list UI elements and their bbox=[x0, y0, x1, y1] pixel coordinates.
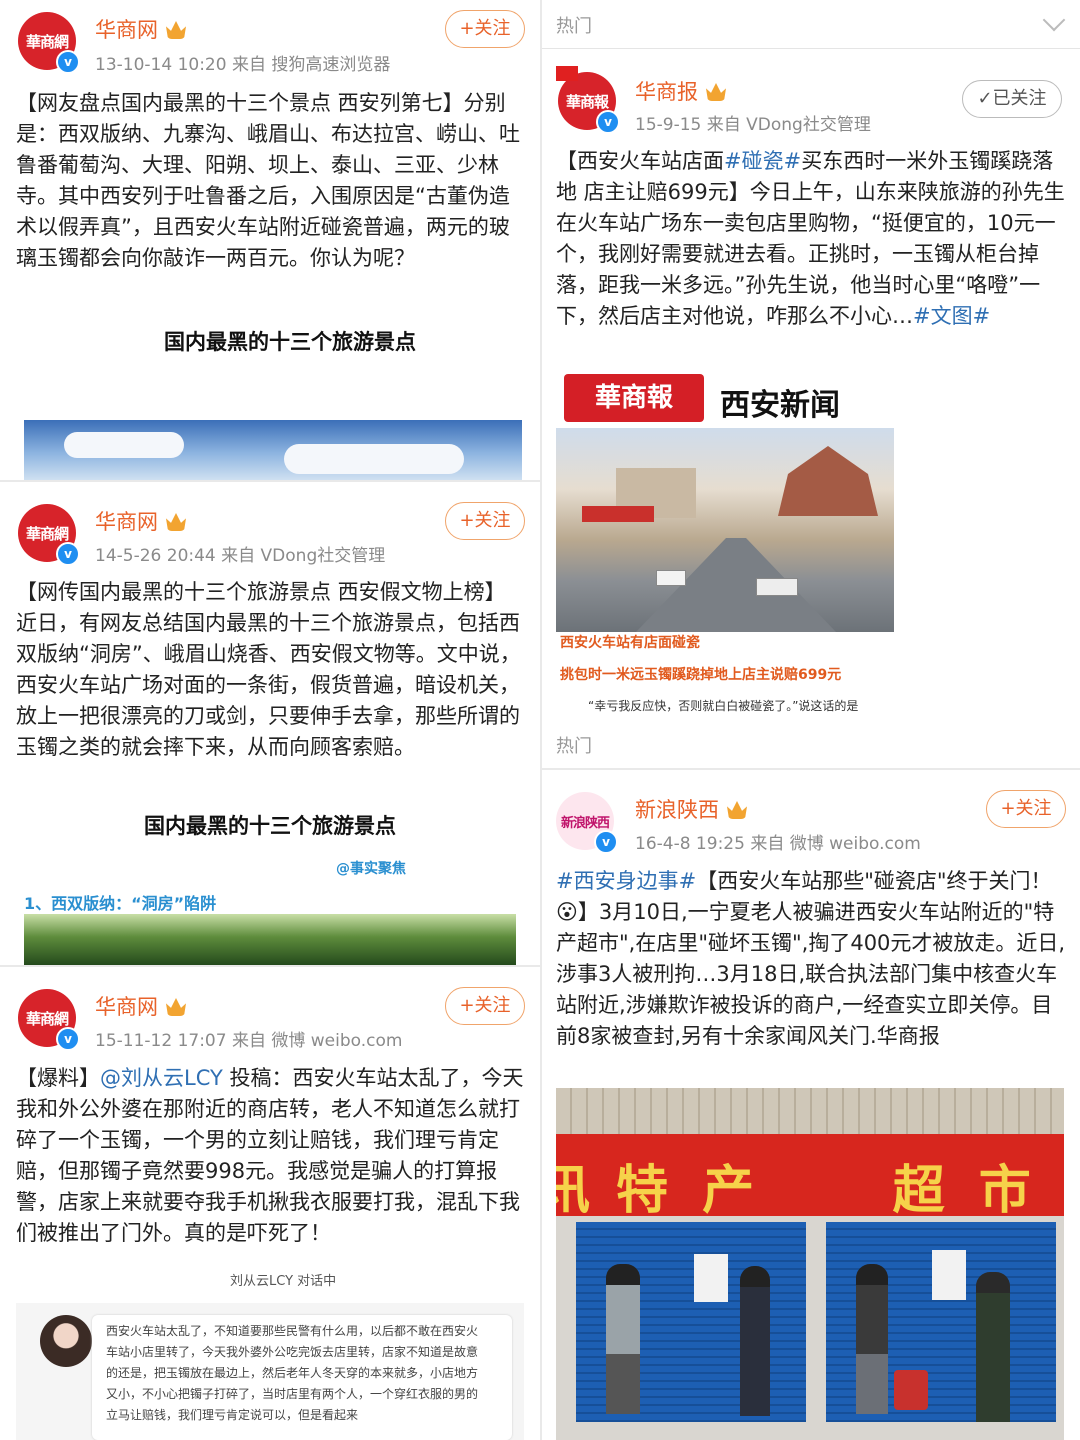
post-image[interactable] bbox=[556, 428, 894, 632]
post-image[interactable]: 特 产 超 市 讯 bbox=[556, 1088, 1064, 1440]
follow-button[interactable]: +关注 bbox=[445, 502, 525, 540]
post-card-5: 新浪陕西 v 新浪陕西 16-4-8 19:25 来自 微博 weibo.com… bbox=[542, 770, 1080, 1440]
post-card-2: 華商網 v 华商网 14-5-26 20:44 来自 VDong社交管理 +关注… bbox=[0, 482, 540, 965]
account-name[interactable]: 华商网 bbox=[95, 506, 186, 536]
avatar[interactable]: 華商網 v bbox=[18, 989, 80, 1051]
chat-avatar bbox=[40, 1315, 92, 1367]
huashang-logo-icon: 華商網 bbox=[25, 524, 69, 543]
chevron-down-icon[interactable] bbox=[1042, 8, 1066, 32]
post-text: 【网友盘点国内最黑的十三个景点 西安列第七】分别是：西双版纳、九寨沟、峨眉山、布… bbox=[16, 91, 520, 270]
cloud bbox=[284, 444, 464, 474]
shop-sign-text-left: 讯 bbox=[556, 1160, 591, 1221]
topic-link[interactable]: #文图# bbox=[913, 304, 990, 328]
cloud bbox=[64, 432, 184, 458]
post-meta: 15-11-12 17:07 来自 微博 weibo.com bbox=[95, 1031, 403, 1051]
verified-badge-icon: v bbox=[56, 542, 80, 566]
post-text: 【爆料】@刘从云LCY 投稿：西安火车站太乱了，今天我和外公外婆在那附近的商店转… bbox=[16, 1063, 526, 1249]
follow-button[interactable]: +关注 bbox=[445, 987, 525, 1025]
huashang-logo-icon: 華商報 bbox=[565, 92, 609, 111]
crown-icon bbox=[706, 83, 726, 101]
post-image[interactable] bbox=[24, 420, 522, 480]
post-card-1: 華商網 v 华商网 13-10-14 10:20 来自 搜狗高速浏览器 +关注 … bbox=[0, 0, 540, 480]
post-text-prefix: 【爆料】 bbox=[16, 1066, 100, 1090]
topic-link[interactable]: #碰瓷# bbox=[724, 149, 801, 173]
shop-sign-text: 特 产 超 市 bbox=[616, 1160, 1039, 1221]
avatar[interactable]: 華商網 v bbox=[18, 12, 80, 74]
image-caption-3: “幸亏我反应快，否则就白白被碰瓷了。”说这话的是 bbox=[588, 699, 859, 713]
divider bbox=[542, 48, 1080, 49]
suitcase bbox=[894, 1370, 928, 1410]
image-title: 国内最黑的十三个旅游景点 bbox=[144, 814, 396, 838]
verified-badge-icon: v bbox=[56, 1027, 80, 1051]
crown-icon bbox=[727, 801, 747, 819]
bus bbox=[756, 578, 798, 596]
hot-label: 热门 bbox=[556, 736, 592, 757]
person bbox=[740, 1266, 770, 1416]
chat-text: 西安火车站太乱了，不知道要那些民警有什么用，以后都不敢在西安火车站小店里转了，今… bbox=[106, 1324, 479, 1422]
post-text: 【网传国内最黑的十三个旅游景点 西安假文物上榜】近日，有网友总结国内最黑的十三个… bbox=[16, 580, 521, 759]
post-text-body: 投稿：西安火车站太乱了，今天我和外公外婆在那附近的商店转，老人不知道怎么就打碎了… bbox=[16, 1066, 524, 1245]
check-icon: ✓ bbox=[977, 88, 993, 109]
account-name[interactable]: 新浪陕西 bbox=[635, 794, 747, 824]
shop-sign bbox=[582, 506, 654, 522]
news-section-title: 西安新闻 bbox=[720, 388, 840, 423]
verified-badge-icon: v bbox=[56, 50, 80, 74]
image-title: 国内最黑的十三个旅游景点 bbox=[164, 330, 416, 354]
image-caption-1: 西安火车站有店面碰瓷 bbox=[560, 635, 700, 651]
upper-wall bbox=[556, 1088, 1064, 1134]
post-card-3: 華商網 v 华商网 15-11-12 17:07 来自 微博 weibo.com… bbox=[0, 967, 540, 1440]
post-meta: 15-9-15 来自 VDong社交管理 bbox=[635, 115, 871, 135]
person bbox=[606, 1264, 640, 1414]
chat-header: 刘从云LCY 对话中 bbox=[230, 1274, 337, 1289]
crown-icon bbox=[166, 21, 186, 39]
verified-badge-icon: v bbox=[596, 110, 620, 134]
mention-link[interactable]: @刘从云LCY bbox=[100, 1066, 223, 1090]
person bbox=[976, 1272, 1010, 1422]
huashang-logo-icon: 華商網 bbox=[25, 1009, 69, 1028]
follow-button[interactable]: +关注 bbox=[986, 790, 1066, 828]
account-name[interactable]: 华商报 bbox=[635, 76, 726, 106]
notice-paper bbox=[932, 1250, 966, 1300]
crown-icon bbox=[166, 998, 186, 1016]
follow-button[interactable]: +关注 bbox=[445, 10, 525, 48]
avatar[interactable]: 華商網 v bbox=[18, 504, 80, 566]
post-meta: 13-10-14 10:20 来自 搜狗高速浏览器 bbox=[95, 55, 391, 75]
chat-bubble: 西安火车站太乱了，不知道要那些民警有什么用，以后都不敢在西安火车站小店里转了，今… bbox=[92, 1315, 512, 1440]
person bbox=[856, 1264, 888, 1414]
building bbox=[778, 446, 878, 516]
avatar[interactable]: 新浪陕西 v bbox=[556, 792, 618, 854]
image-caption-2: 挑包时一米远玉镯蹊跷掉地上店主说赔699元 bbox=[560, 667, 842, 683]
post-meta: 14-5-26 20:44 来自 VDong社交管理 bbox=[95, 546, 386, 566]
huashang-logo-icon: 華商網 bbox=[25, 32, 69, 51]
chat-screenshot[interactable]: 西安火车站太乱了，不知道要那些民警有什么用，以后都不敢在西安火车站小店里转了，今… bbox=[16, 1303, 524, 1440]
post-card-4: 热门 華商報 v 华商报 15-9-15 来自 VDong社交管理 ✓已关注 【… bbox=[542, 0, 1080, 768]
topic-link[interactable]: #西安身边事# bbox=[556, 869, 696, 893]
notice-paper bbox=[694, 1254, 728, 1302]
flag-icon bbox=[556, 66, 578, 81]
image-item-label: 1、西双版纳：“洞房”陷阱 bbox=[24, 894, 217, 913]
followed-button[interactable]: ✓已关注 bbox=[962, 80, 1062, 118]
image-tag: @事实聚焦 bbox=[336, 861, 406, 877]
crown-icon bbox=[166, 513, 186, 531]
post-text: #西安身边事#【西安火车站那些"碰瓷店"终于关门！😮】3月10日,一宁夏老人被骗… bbox=[556, 869, 1066, 1048]
post-meta: 16-4-8 19:25 来自 微博 weibo.com bbox=[635, 834, 921, 854]
news-logo: 華商報 bbox=[564, 374, 704, 422]
sina-shaanxi-logo-icon: 新浪陕西 bbox=[560, 815, 610, 831]
account-name[interactable]: 华商网 bbox=[95, 991, 186, 1021]
bus bbox=[656, 570, 686, 586]
verified-badge-icon: v bbox=[594, 830, 618, 854]
hot-label: 热门 bbox=[556, 16, 592, 37]
account-name[interactable]: 华商网 bbox=[95, 14, 186, 44]
post-image[interactable] bbox=[24, 914, 516, 965]
post-text: 【西安火车站店面#碰瓷#买东西时一米外玉镯蹊跷落地 店主让赔699元】今日上午，… bbox=[556, 149, 1065, 328]
